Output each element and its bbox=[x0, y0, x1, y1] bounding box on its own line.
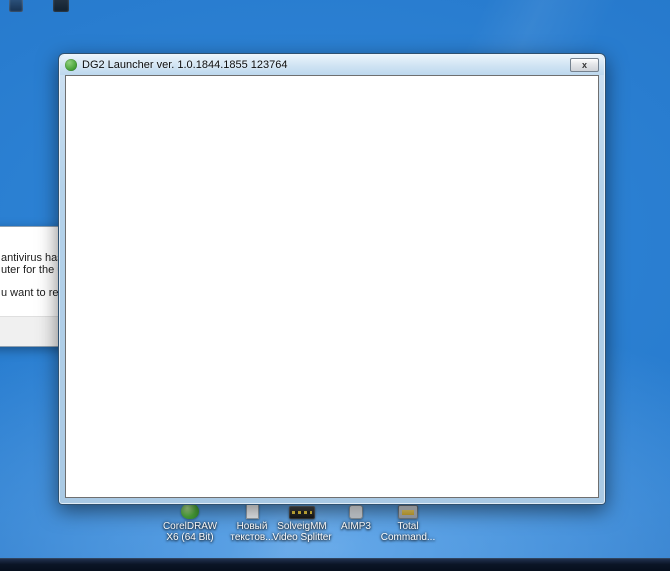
desktop-icon-partial-2[interactable] bbox=[53, 0, 69, 12]
window-title: DG2 Launcher ver. 1.0.1844.1855 123764 bbox=[82, 59, 288, 71]
coreldraw-icon bbox=[181, 503, 199, 519]
window-titlebar[interactable]: DG2 Launcher ver. 1.0.1844.1855 123764 x bbox=[60, 55, 604, 75]
desktop-icon-solveigmm[interactable]: SolveigMM Video Splitter bbox=[271, 503, 333, 543]
desktop: { "launcher_window": { "title": "DG2 Lau… bbox=[0, 0, 670, 571]
launcher-window: DG2 Launcher ver. 1.0.1844.1855 123764 x bbox=[58, 53, 606, 505]
desktop-icon-total-commander[interactable]: Total Command... bbox=[377, 503, 439, 543]
text-document-icon bbox=[245, 503, 259, 519]
app-icon[interactable] bbox=[65, 59, 77, 71]
window-client-area bbox=[65, 75, 599, 498]
filmstrip-icon bbox=[289, 506, 315, 519]
icon-label: SolveigMM Video Splitter bbox=[272, 521, 332, 543]
icon-label: CorelDRAW X6 (64 Bit) bbox=[162, 521, 218, 543]
close-button[interactable]: x bbox=[570, 58, 599, 72]
taskbar[interactable] bbox=[0, 558, 670, 571]
icon-label: Total Command... bbox=[380, 521, 436, 543]
desktop-icon-coreldraw[interactable]: CorelDRAW X6 (64 Bit) bbox=[159, 503, 221, 543]
total-commander-icon bbox=[398, 505, 418, 519]
aimp3-icon bbox=[349, 505, 363, 519]
desktop-icon-partial-1[interactable] bbox=[9, 0, 23, 12]
